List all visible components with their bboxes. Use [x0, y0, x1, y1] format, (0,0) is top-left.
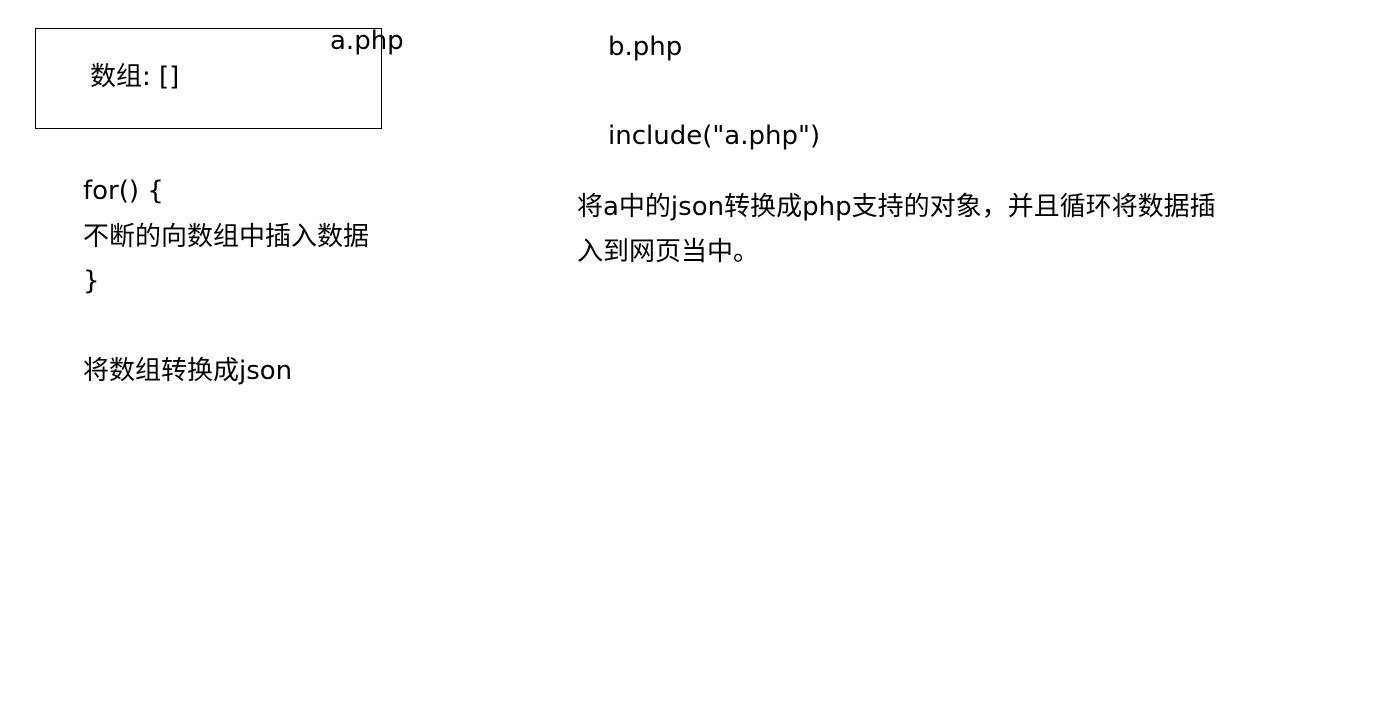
- b-php-description: 将a中的json转换成php支持的对象，并且循环将数据插 入到网页当中。: [577, 185, 1216, 275]
- convert-to-json-text: 将数组转换成json: [83, 356, 293, 386]
- description-line-2: 入到网页当中。: [577, 237, 760, 267]
- a-php-title: a.php: [330, 26, 404, 56]
- b-php-title: b.php: [608, 32, 683, 62]
- array-label: 数组: []: [90, 62, 180, 92]
- canvas: { "a_php": { "title": "a.php", "array_la…: [0, 0, 1374, 708]
- for-loop-body: 不断的向数组中插入数据: [83, 222, 370, 252]
- for-loop-close: }: [83, 266, 100, 296]
- for-loop-open: for() {: [83, 176, 164, 206]
- description-line-1: 将a中的json转换成php支持的对象，并且循环将数据插: [577, 192, 1216, 222]
- include-statement: include("a.php"): [608, 121, 821, 151]
